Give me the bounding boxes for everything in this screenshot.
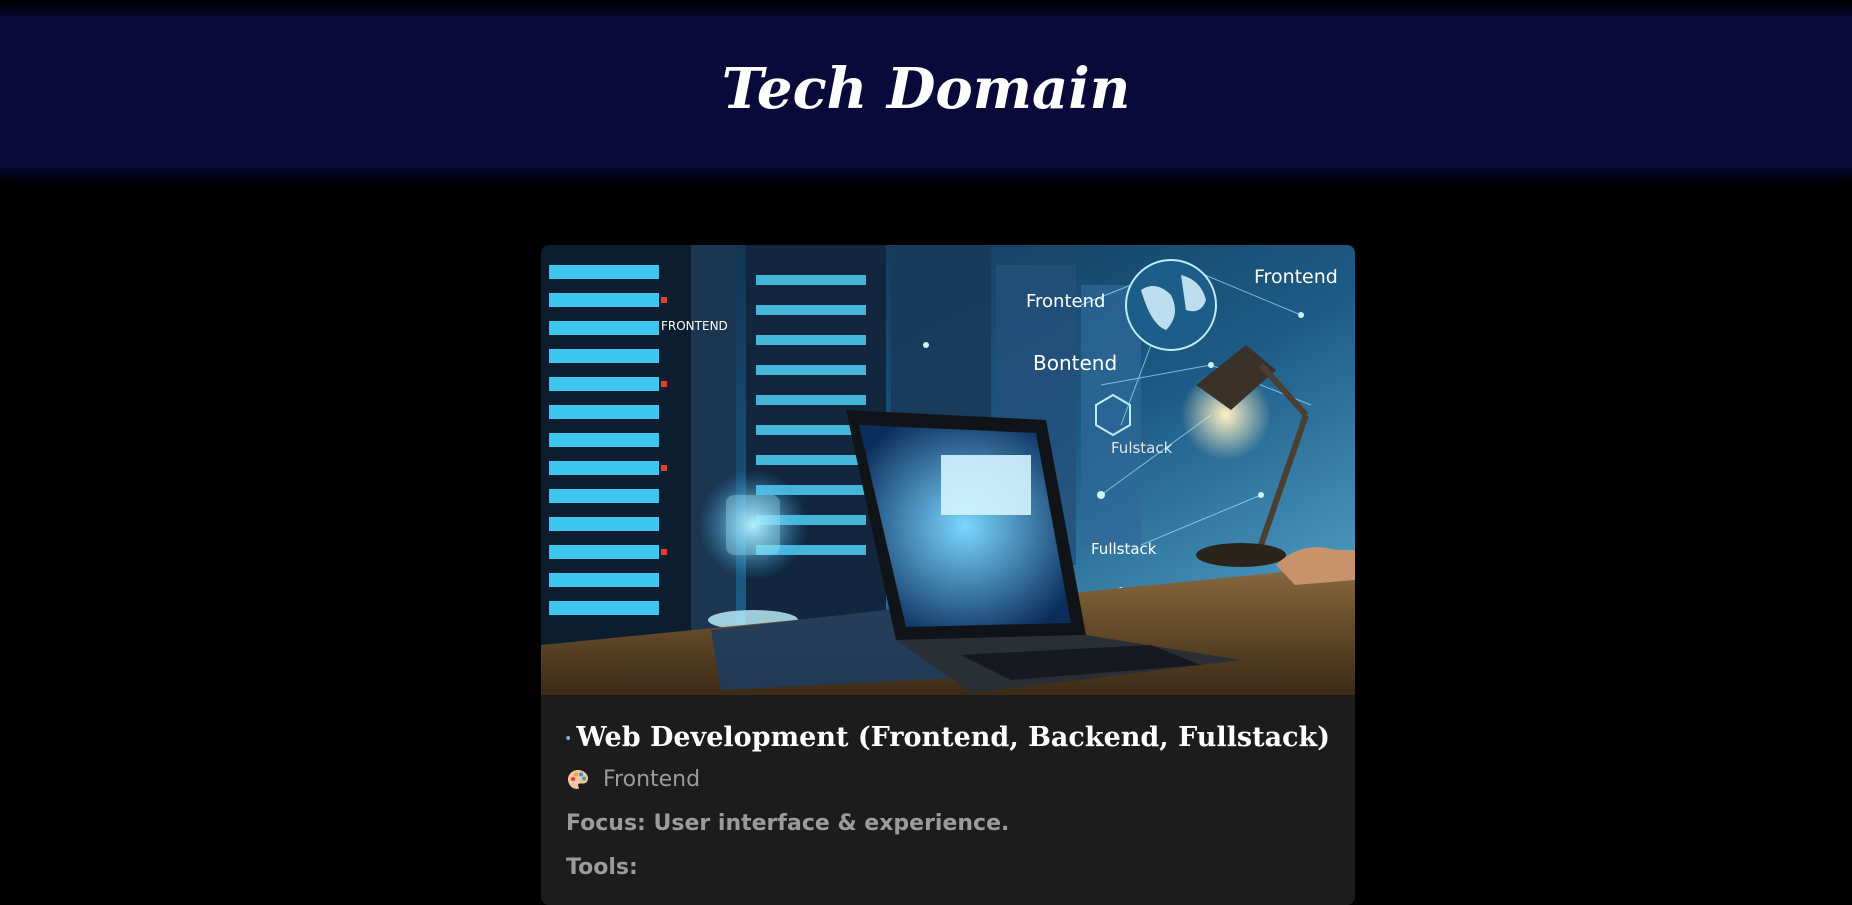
image-label-frontend-b: Frontend — [1254, 266, 1338, 288]
section-heading-frontend: Frontend — [566, 765, 1330, 795]
card-image: FRONTEND Frontend Frontend Bontend Fulst… — [541, 245, 1355, 695]
page-title: Tech Domain — [721, 56, 1131, 122]
domain-card: FRONTEND Frontend Frontend Bontend Fulst… — [541, 245, 1355, 905]
focus-label: Focus: — [566, 811, 646, 836]
web-development-illustration: FRONTEND Frontend Frontend Bontend Fulst… — [541, 245, 1355, 695]
card-title-text: Web Development (Frontend, Backend, Full… — [576, 722, 1330, 753]
image-label-bontend: Bontend — [1033, 351, 1117, 375]
focus-value: User interface & experience. — [653, 811, 1010, 836]
page-header: Tech Domain — [0, 16, 1852, 168]
globe-icon — [566, 735, 571, 741]
card-title: Web Development (Frontend, Backend, Full… — [566, 695, 1330, 757]
image-label-fullstack-a: Fulstack — [1111, 439, 1173, 457]
tools-label: Tools: — [566, 855, 638, 880]
image-label-frontend-a: Frontend — [1026, 291, 1105, 312]
image-label-fullstack-b: Fullstack — [1091, 540, 1157, 558]
palette-icon — [568, 770, 588, 789]
image-label-frontend-small: FRONTEND — [661, 319, 728, 333]
section-heading-label: Frontend — [603, 767, 701, 792]
focus-line: Focus: User interface & experience. — [566, 809, 1330, 839]
card-body: Web Development (Frontend, Backend, Full… — [541, 695, 1355, 883]
